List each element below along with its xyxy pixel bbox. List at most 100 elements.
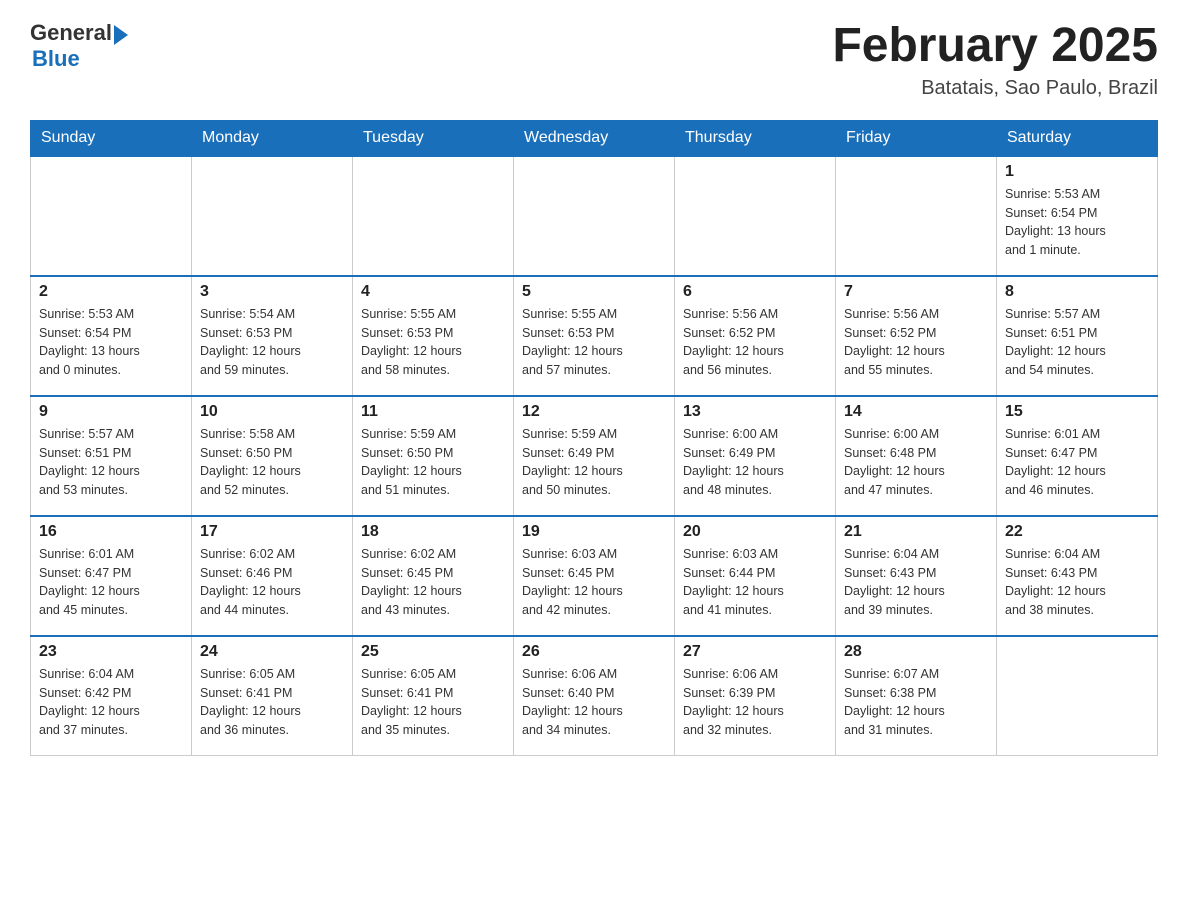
day-info: Sunrise: 5:56 AM Sunset: 6:52 PM Dayligh… [844, 305, 988, 380]
calendar-cell: 20 Sunrise: 6:03 AM Sunset: 6:44 PM Dayli… [675, 516, 836, 636]
day-info: Sunrise: 6:00 AM Sunset: 6:49 PM Dayligh… [683, 425, 827, 500]
location-subtitle: Batatais, Sao Paulo, Brazil [832, 77, 1158, 100]
logo: General Blue [30, 20, 128, 73]
calendar-week-row: 9Sunrise: 5:57 AM Sunset: 6:51 PM Daylig… [31, 396, 1158, 516]
day-number: 13 [683, 403, 827, 421]
calendar-cell: 11 Sunrise: 5:59 AM Sunset: 6:50 PM Dayli… [353, 396, 514, 516]
day-number: 16 [39, 523, 183, 541]
day-info: Sunrise: 5:56 AM Sunset: 6:52 PM Dayligh… [683, 305, 827, 380]
calendar-cell: 16 Sunrise: 6:01 AM Sunset: 6:47 PM Dayli… [31, 516, 192, 636]
calendar-cell: 8 Sunrise: 5:57 AM Sunset: 6:51 PM Daylig… [997, 276, 1158, 396]
calendar-cell [997, 636, 1158, 756]
day-number: 15 [1005, 403, 1149, 421]
day-number: 19 [522, 523, 666, 541]
day-of-week-header: Monday [192, 120, 353, 156]
day-number: 7 [844, 283, 988, 301]
calendar-cell: 23 Sunrise: 6:04 AM Sunset: 6:42 PM Dayli… [31, 636, 192, 756]
day-info: Sunrise: 5:58 AM Sunset: 6:50 PM Dayligh… [200, 425, 344, 500]
calendar-cell: 19 Sunrise: 6:03 AM Sunset: 6:45 PM Dayli… [514, 516, 675, 636]
calendar-cell [31, 156, 192, 276]
calendar-cell: 18 Sunrise: 6:02 AM Sunset: 6:45 PM Dayli… [353, 516, 514, 636]
day-of-week-header: Wednesday [514, 120, 675, 156]
day-number: 26 [522, 643, 666, 661]
calendar-cell: 2 Sunrise: 5:53 AM Sunset: 6:54 PM Daylig… [31, 276, 192, 396]
day-info: Sunrise: 6:07 AM Sunset: 6:38 PM Dayligh… [844, 665, 988, 740]
calendar-cell: 24Sunrise: 6:05 AM Sunset: 6:41 PM Dayli… [192, 636, 353, 756]
day-info: Sunrise: 5:59 AM Sunset: 6:50 PM Dayligh… [361, 425, 505, 500]
day-info: Sunrise: 5:55 AM Sunset: 6:53 PM Dayligh… [361, 305, 505, 380]
day-number: 5 [522, 283, 666, 301]
calendar-cell: 6 Sunrise: 5:56 AM Sunset: 6:52 PM Daylig… [675, 276, 836, 396]
calendar-cell: 3Sunrise: 5:54 AM Sunset: 6:53 PM Daylig… [192, 276, 353, 396]
calendar-cell: 1 Sunrise: 5:53 AM Sunset: 6:54 PM Daylig… [997, 156, 1158, 276]
day-number: 28 [844, 643, 988, 661]
calendar-cell: 4Sunrise: 5:55 AM Sunset: 6:53 PM Daylig… [353, 276, 514, 396]
day-number: 8 [1005, 283, 1149, 301]
day-number: 20 [683, 523, 827, 541]
day-info: Sunrise: 6:06 AM Sunset: 6:39 PM Dayligh… [683, 665, 827, 740]
calendar-cell: 10 Sunrise: 5:58 AM Sunset: 6:50 PM Dayli… [192, 396, 353, 516]
calendar-header-row: SundayMondayTuesdayWednesdayThursdayFrid… [31, 120, 1158, 156]
day-info: Sunrise: 6:03 AM Sunset: 6:44 PM Dayligh… [683, 545, 827, 620]
calendar-cell: 9Sunrise: 5:57 AM Sunset: 6:51 PM Daylig… [31, 396, 192, 516]
calendar-cell: 28 Sunrise: 6:07 AM Sunset: 6:38 PM Dayli… [836, 636, 997, 756]
calendar-week-row: 16 Sunrise: 6:01 AM Sunset: 6:47 PM Dayli… [31, 516, 1158, 636]
calendar-cell [836, 156, 997, 276]
day-of-week-header: Saturday [997, 120, 1158, 156]
logo-general-text: General [30, 20, 112, 46]
calendar-week-row: 23 Sunrise: 6:04 AM Sunset: 6:42 PM Dayli… [31, 636, 1158, 756]
day-number: 18 [361, 523, 505, 541]
day-info: Sunrise: 6:01 AM Sunset: 6:47 PM Dayligh… [1005, 425, 1149, 500]
day-number: 2 [39, 283, 183, 301]
day-number: 23 [39, 643, 183, 661]
day-info: Sunrise: 5:57 AM Sunset: 6:51 PM Dayligh… [1005, 305, 1149, 380]
day-info: Sunrise: 6:02 AM Sunset: 6:45 PM Dayligh… [361, 545, 505, 620]
day-info: Sunrise: 6:06 AM Sunset: 6:40 PM Dayligh… [522, 665, 666, 740]
calendar-cell [514, 156, 675, 276]
day-info: Sunrise: 5:59 AM Sunset: 6:49 PM Dayligh… [522, 425, 666, 500]
day-info: Sunrise: 6:03 AM Sunset: 6:45 PM Dayligh… [522, 545, 666, 620]
calendar-cell [675, 156, 836, 276]
calendar-cell: 27 Sunrise: 6:06 AM Sunset: 6:39 PM Dayli… [675, 636, 836, 756]
day-of-week-header: Thursday [675, 120, 836, 156]
logo-blue-text: Blue [32, 46, 128, 72]
calendar-cell: 15 Sunrise: 6:01 AM Sunset: 6:47 PM Dayli… [997, 396, 1158, 516]
day-info: Sunrise: 5:53 AM Sunset: 6:54 PM Dayligh… [1005, 185, 1149, 260]
day-info: Sunrise: 5:53 AM Sunset: 6:54 PM Dayligh… [39, 305, 183, 380]
calendar-cell: 22Sunrise: 6:04 AM Sunset: 6:43 PM Dayli… [997, 516, 1158, 636]
day-number: 22 [1005, 523, 1149, 541]
day-of-week-header: Sunday [31, 120, 192, 156]
day-info: Sunrise: 6:00 AM Sunset: 6:48 PM Dayligh… [844, 425, 988, 500]
day-info: Sunrise: 6:04 AM Sunset: 6:42 PM Dayligh… [39, 665, 183, 740]
day-info: Sunrise: 6:04 AM Sunset: 6:43 PM Dayligh… [844, 545, 988, 620]
day-number: 11 [361, 403, 505, 421]
calendar-week-row: 1 Sunrise: 5:53 AM Sunset: 6:54 PM Daylig… [31, 156, 1158, 276]
calendar-cell: 21 Sunrise: 6:04 AM Sunset: 6:43 PM Dayli… [836, 516, 997, 636]
day-number: 27 [683, 643, 827, 661]
day-number: 17 [200, 523, 344, 541]
day-of-week-header: Friday [836, 120, 997, 156]
day-info: Sunrise: 6:01 AM Sunset: 6:47 PM Dayligh… [39, 545, 183, 620]
calendar-week-row: 2 Sunrise: 5:53 AM Sunset: 6:54 PM Daylig… [31, 276, 1158, 396]
calendar-cell: 7 Sunrise: 5:56 AM Sunset: 6:52 PM Daylig… [836, 276, 997, 396]
day-number: 24 [200, 643, 344, 661]
day-number: 6 [683, 283, 827, 301]
day-of-week-header: Tuesday [353, 120, 514, 156]
day-number: 12 [522, 403, 666, 421]
logo-arrow-icon [114, 25, 128, 45]
day-info: Sunrise: 5:57 AM Sunset: 6:51 PM Dayligh… [39, 425, 183, 500]
calendar-cell: 13 Sunrise: 6:00 AM Sunset: 6:49 PM Dayli… [675, 396, 836, 516]
day-number: 21 [844, 523, 988, 541]
month-title: February 2025 [832, 20, 1158, 73]
day-number: 14 [844, 403, 988, 421]
day-info: Sunrise: 6:05 AM Sunset: 6:41 PM Dayligh… [361, 665, 505, 740]
day-number: 10 [200, 403, 344, 421]
calendar-cell: 12 Sunrise: 5:59 AM Sunset: 6:49 PM Dayli… [514, 396, 675, 516]
day-info: Sunrise: 5:55 AM Sunset: 6:53 PM Dayligh… [522, 305, 666, 380]
day-info: Sunrise: 6:02 AM Sunset: 6:46 PM Dayligh… [200, 545, 344, 620]
calendar-cell [353, 156, 514, 276]
day-number: 1 [1005, 163, 1149, 181]
calendar-cell: 26 Sunrise: 6:06 AM Sunset: 6:40 PM Dayli… [514, 636, 675, 756]
calendar-cell: 14 Sunrise: 6:00 AM Sunset: 6:48 PM Dayli… [836, 396, 997, 516]
day-number: 25 [361, 643, 505, 661]
